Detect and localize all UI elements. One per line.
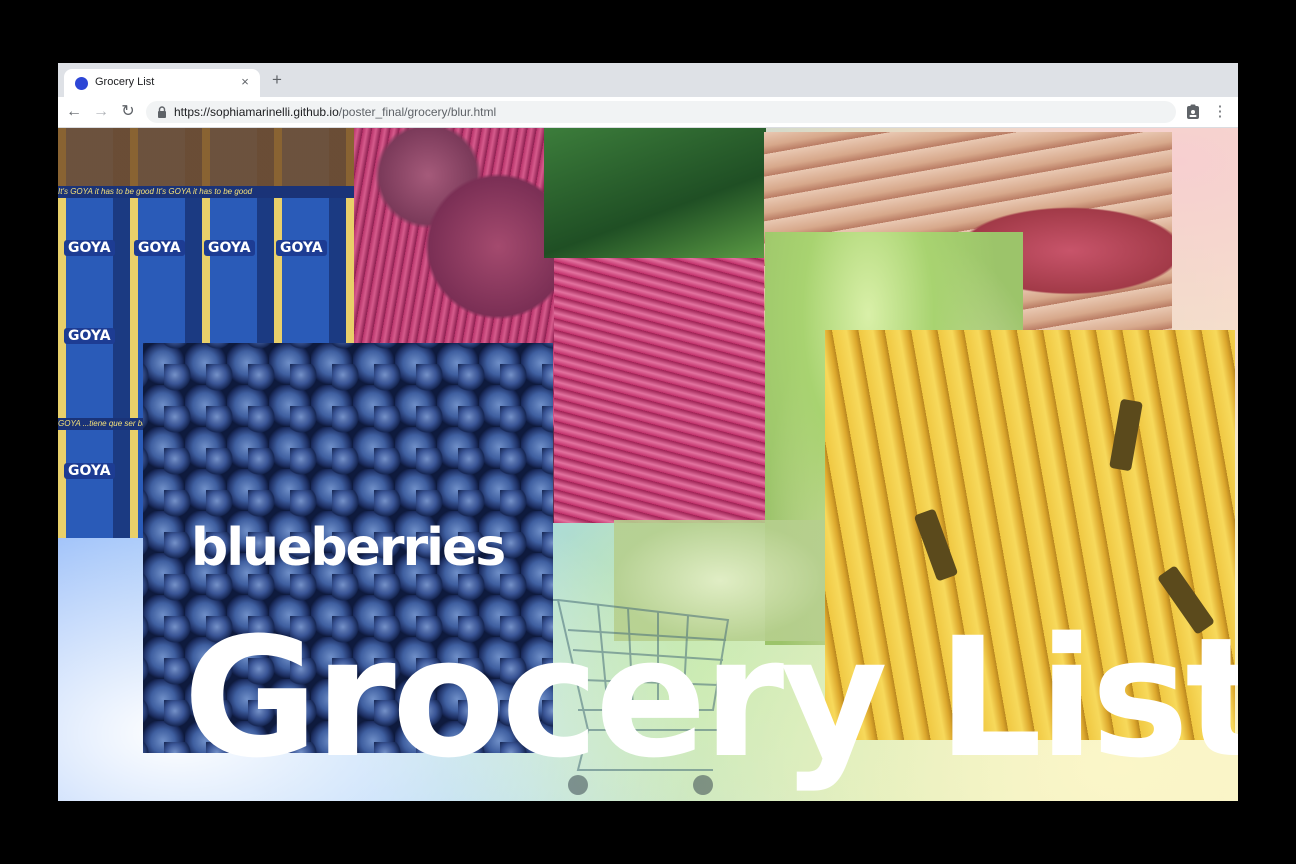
blueberries-label: blueberries: [191, 518, 506, 578]
new-tab-button[interactable]: +: [272, 71, 282, 88]
can-logo: GOYA: [134, 240, 185, 256]
toolbar: ← → ↻ https://sophiamarinelli.github.io/…: [58, 97, 1238, 128]
url-text: https://sophiamarinelli.github.io/poster…: [174, 105, 496, 119]
extension-icon[interactable]: [1184, 103, 1202, 121]
forward-button[interactable]: →: [91, 102, 111, 122]
url-path: /poster_final/grocery/blur.html: [338, 105, 497, 119]
url-host: https://sophiamarinelli.github.io: [174, 105, 339, 119]
lock-icon: [158, 106, 166, 118]
page-content: It's GOYA it has to be good It's GOYA it…: [58, 128, 1238, 801]
can-logo: GOYA: [204, 240, 255, 256]
tab-grocery-list[interactable]: Grocery List ×: [64, 69, 260, 97]
beet-leaves: [544, 128, 766, 258]
browser-window: Grocery List × + ← → ↻ https://sophiamar…: [58, 63, 1238, 801]
banana-stem: [913, 508, 959, 582]
page-title: Grocery List: [183, 602, 1238, 794]
can-logo: GOYA: [276, 240, 327, 256]
close-icon[interactable]: ×: [238, 74, 252, 89]
tab-title: Grocery List: [95, 76, 155, 88]
banana-stem: [1109, 398, 1143, 472]
can-logo: GOYA: [64, 328, 115, 344]
back-button[interactable]: ←: [64, 102, 84, 122]
can-logo: GOYA: [64, 463, 115, 479]
favicon-icon: [75, 77, 88, 90]
address-bar[interactable]: https://sophiamarinelli.github.io/poster…: [146, 101, 1176, 123]
reload-button[interactable]: ↻: [118, 102, 138, 122]
shelf-label: It's GOYA it has to be good It's GOYA it…: [58, 186, 358, 198]
browser-menu-icon[interactable]: ⋮: [1210, 102, 1230, 122]
can-logo: GOYA: [64, 240, 115, 256]
tab-strip: Grocery List × +: [58, 63, 1238, 97]
beet-stems: [554, 258, 766, 523]
